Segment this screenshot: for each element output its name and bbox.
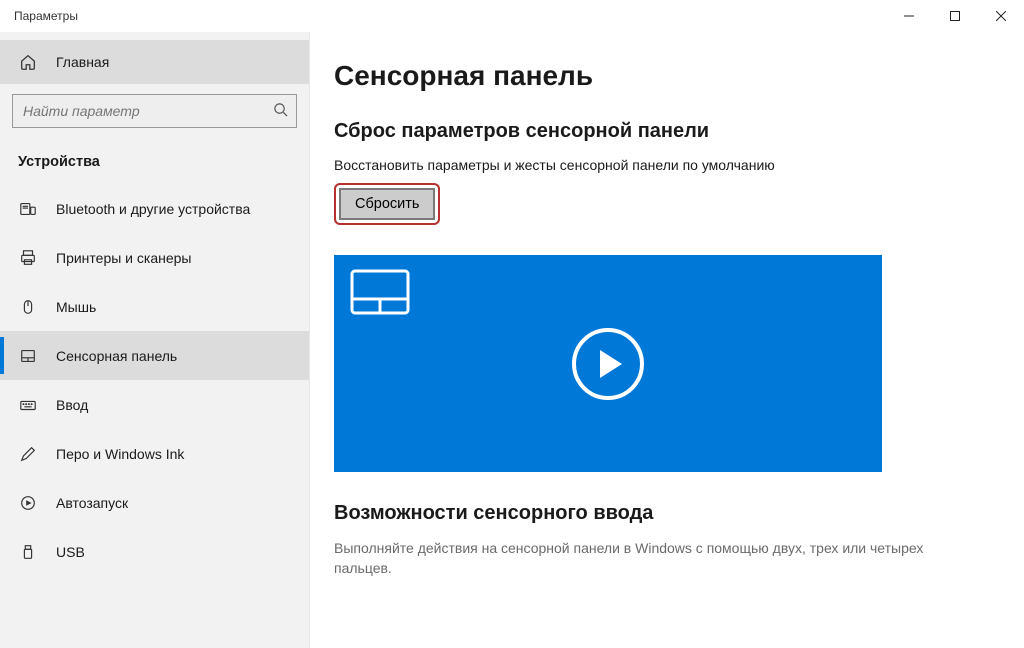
- sidebar-item-touchpad[interactable]: Сенсорная панель: [0, 331, 309, 380]
- touchpad-video-tile[interactable]: [334, 255, 882, 472]
- mouse-icon: [18, 297, 38, 317]
- reset-button[interactable]: Сбросить: [339, 188, 435, 220]
- search-input[interactable]: [23, 103, 273, 119]
- window-title: Параметры: [14, 9, 78, 23]
- search-icon: [273, 102, 288, 120]
- sidebar-item-label: Перо и Windows Ink: [56, 446, 184, 462]
- reset-heading: Сброс параметров сенсорной панели: [334, 120, 1008, 143]
- home-icon: [18, 52, 38, 72]
- sidebar-item-label: Bluetooth и другие устройства: [56, 201, 250, 217]
- sidebar-item-label: Мышь: [56, 299, 96, 315]
- sidebar-category: Устройства: [0, 136, 309, 184]
- reset-highlight-frame: Сбросить: [334, 183, 440, 225]
- capabilities-description: Выполняйте действия на сенсорной панели …: [334, 539, 934, 578]
- sidebar-item-typing[interactable]: Ввод: [0, 380, 309, 429]
- close-button[interactable]: [978, 0, 1024, 32]
- devices-icon: [18, 199, 38, 219]
- keyboard-icon: [18, 395, 38, 415]
- touchpad-icon: [18, 346, 38, 366]
- pen-icon: [18, 444, 38, 464]
- autoplay-icon: [18, 493, 38, 513]
- sidebar-item-usb[interactable]: USB: [0, 527, 309, 576]
- window-titlebar: Параметры: [0, 0, 1024, 32]
- sidebar-item-pen[interactable]: Перо и Windows Ink: [0, 429, 309, 478]
- play-icon: [572, 328, 644, 400]
- sidebar-home[interactable]: Главная: [0, 40, 309, 84]
- reset-description: Восстановить параметры и жесты сенсорной…: [334, 157, 874, 173]
- sidebar-item-autoplay[interactable]: Автозапуск: [0, 478, 309, 527]
- maximize-button[interactable]: [932, 0, 978, 32]
- page-title: Сенсорная панель: [334, 60, 1008, 92]
- sidebar-item-bluetooth[interactable]: Bluetooth и другие устройства: [0, 184, 309, 233]
- search-box[interactable]: [12, 94, 297, 128]
- sidebar: Главная Устройства Bluetooth и другие ус…: [0, 32, 310, 648]
- printer-icon: [18, 248, 38, 268]
- sidebar-item-label: Принтеры и сканеры: [56, 250, 191, 266]
- sidebar-item-label: Автозапуск: [56, 495, 128, 511]
- capabilities-heading: Возможности сенсорного ввода: [334, 502, 1008, 525]
- sidebar-item-label: USB: [56, 544, 85, 560]
- sidebar-item-label: Ввод: [56, 397, 88, 413]
- usb-icon: [18, 542, 38, 562]
- minimize-button[interactable]: [886, 0, 932, 32]
- sidebar-item-printers[interactable]: Принтеры и сканеры: [0, 233, 309, 282]
- touchpad-large-icon: [350, 269, 410, 318]
- sidebar-item-label: Сенсорная панель: [56, 348, 177, 364]
- sidebar-item-mouse[interactable]: Мышь: [0, 282, 309, 331]
- sidebar-home-label: Главная: [56, 54, 109, 70]
- content-area: Сенсорная панель Сброс параметров сенсор…: [310, 32, 1024, 648]
